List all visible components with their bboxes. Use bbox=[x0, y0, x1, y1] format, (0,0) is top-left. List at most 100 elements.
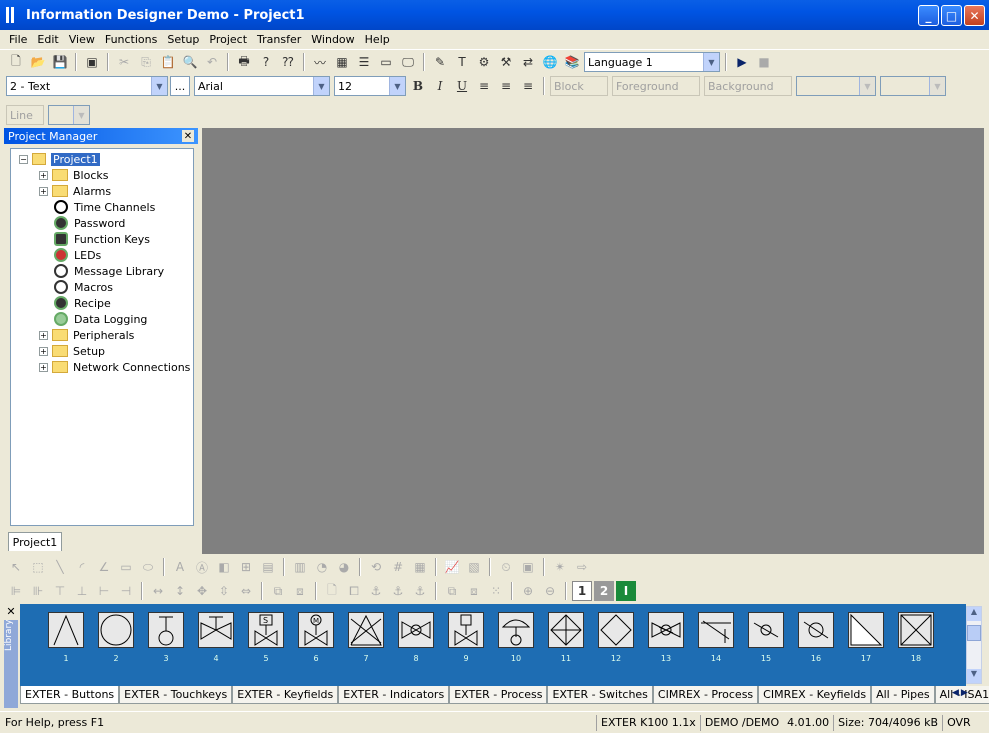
context-help-icon[interactable]: ⁇ bbox=[278, 52, 298, 72]
paste-icon[interactable]: 📋 bbox=[158, 52, 178, 72]
find-icon[interactable]: 🔍 bbox=[180, 52, 200, 72]
clock-tool-icon[interactable]: ⏲ bbox=[496, 557, 516, 577]
same-width-icon[interactable]: ↔ bbox=[148, 581, 168, 601]
help-icon[interactable]: ? bbox=[256, 52, 276, 72]
table-icon[interactable]: ▦ bbox=[410, 557, 430, 577]
scroll-thumb[interactable] bbox=[967, 625, 981, 641]
maximize-button[interactable]: □ bbox=[941, 5, 962, 26]
symbol-11[interactable] bbox=[548, 612, 584, 648]
chart-icon[interactable]: ▧ bbox=[464, 557, 484, 577]
tab-cimrex-process[interactable]: CIMREX - Process bbox=[652, 686, 759, 704]
stack-icon[interactable]: ⧠ bbox=[344, 581, 364, 601]
trend-tool-icon[interactable]: 📈 bbox=[442, 557, 462, 577]
settings-icon[interactable]: ⚙ bbox=[474, 52, 494, 72]
tab-exter-buttons[interactable]: EXTER - Buttons bbox=[20, 686, 120, 704]
to-back-icon[interactable]: ⧈ bbox=[290, 581, 310, 601]
numeric-icon[interactable]: # bbox=[388, 557, 408, 577]
tab-cimrex-keyfields[interactable]: CIMREX - Keyfields bbox=[758, 686, 872, 704]
group-icon[interactable]: ⧉ bbox=[442, 581, 462, 601]
anchor-2-icon[interactable]: ⚓ bbox=[388, 581, 408, 601]
bios-icon[interactable]: ▣ bbox=[518, 557, 538, 577]
symbol-2[interactable] bbox=[98, 612, 134, 648]
page-icon[interactable]: 🗋 bbox=[322, 581, 342, 601]
menu-transfer[interactable]: Transfer bbox=[252, 33, 306, 46]
run-icon[interactable]: ▶ bbox=[732, 52, 752, 72]
space-vertical-icon[interactable]: ⇳ bbox=[214, 581, 234, 601]
page-2-button[interactable]: 2 bbox=[594, 581, 614, 601]
abc-icon[interactable]: ▤ bbox=[258, 557, 278, 577]
symbol-6[interactable]: M bbox=[298, 612, 334, 648]
edit-text-icon[interactable]: ✎ bbox=[430, 52, 450, 72]
tree-root[interactable]: − Project1 bbox=[11, 151, 193, 167]
align-left-tool-icon[interactable]: ⊫ bbox=[6, 581, 26, 601]
align-right-icon[interactable]: ≡ bbox=[518, 76, 538, 96]
symbol-14[interactable] bbox=[698, 612, 734, 648]
rectangle-icon[interactable]: ▭ bbox=[116, 557, 136, 577]
expand-icon[interactable]: + bbox=[39, 330, 48, 340]
italic-button[interactable]: I bbox=[430, 76, 450, 96]
copy-icon[interactable]: ⎘ bbox=[136, 52, 156, 72]
align-top-icon[interactable]: ⊤ bbox=[50, 581, 70, 601]
new-icon[interactable]: 🗋 bbox=[6, 52, 26, 72]
tree-item-message-library[interactable]: Message Library bbox=[11, 263, 193, 279]
tree-item-setup[interactable]: + Setup bbox=[11, 343, 193, 359]
symbol-13[interactable] bbox=[648, 612, 684, 648]
screen-icon[interactable]: 🖵 bbox=[398, 52, 418, 72]
line-icon[interactable]: ╲ bbox=[50, 557, 70, 577]
tree-item-password[interactable]: Password bbox=[11, 215, 193, 231]
symbol-4[interactable] bbox=[198, 612, 234, 648]
tree-item-function-keys[interactable]: Function Keys bbox=[11, 231, 193, 247]
tree-item-network-connections[interactable]: + Network Connections bbox=[11, 359, 193, 375]
tag-button[interactable]: I bbox=[616, 581, 636, 601]
symbol-5[interactable]: S bbox=[248, 612, 284, 648]
select-area-icon[interactable]: ⬚ bbox=[28, 557, 48, 577]
menu-setup[interactable]: Setup bbox=[162, 33, 204, 46]
tree-item-data-logging[interactable]: Data Logging bbox=[11, 311, 193, 327]
menu-view[interactable]: View bbox=[64, 33, 100, 46]
slider-icon[interactable]: ⊞ bbox=[236, 557, 256, 577]
tab-exter-process[interactable]: EXTER - Process bbox=[449, 686, 548, 704]
tab-exter-keyfields[interactable]: EXTER - Keyfields bbox=[232, 686, 339, 704]
symbol-18[interactable] bbox=[898, 612, 934, 648]
open-icon[interactable]: 📂 bbox=[28, 52, 48, 72]
background-field[interactable]: Background bbox=[704, 76, 792, 96]
chevron-down-icon[interactable]: ▼ bbox=[389, 77, 405, 95]
close-icon[interactable]: ✕ bbox=[182, 130, 194, 142]
style-browse-button[interactable]: ... bbox=[170, 76, 190, 96]
alarm-icon[interactable]: ✴ bbox=[550, 557, 570, 577]
print-icon[interactable]: 🖶 bbox=[234, 52, 254, 72]
style-select[interactable]: 2 - Text ▼ bbox=[6, 76, 168, 96]
align-left-icon[interactable]: ≡ bbox=[474, 76, 494, 96]
project-view-icon[interactable]: ▣ bbox=[82, 52, 102, 72]
language-select[interactable]: Language 1 ▼ bbox=[584, 52, 720, 72]
chevron-down-icon[interactable]: ▼ bbox=[313, 77, 329, 95]
align-bottom-icon[interactable]: ⊥ bbox=[72, 581, 92, 601]
trend-icon[interactable]: 〰 bbox=[310, 52, 330, 72]
text-field-icon[interactable]: Ⓐ bbox=[192, 557, 212, 577]
shape-icon[interactable]: ◧ bbox=[214, 557, 234, 577]
grid-icon[interactable]: ⁙ bbox=[486, 581, 506, 601]
tree-item-alarms[interactable]: + Alarms bbox=[11, 183, 193, 199]
symbol-7[interactable] bbox=[348, 612, 384, 648]
same-height-icon[interactable]: ↕ bbox=[170, 581, 190, 601]
tree-item-leds[interactable]: LEDs bbox=[11, 247, 193, 263]
font-select[interactable]: Arial ▼ bbox=[194, 76, 330, 96]
text-tool-icon[interactable]: A bbox=[170, 557, 190, 577]
library-scrollbar[interactable]: ▲ ▼ bbox=[966, 606, 982, 684]
expand-icon[interactable]: + bbox=[39, 186, 48, 196]
jump-icon[interactable]: ⇨ bbox=[572, 557, 592, 577]
bar-graph-icon[interactable]: ▥ bbox=[290, 557, 310, 577]
ellipse-icon[interactable]: ⬭ bbox=[138, 557, 158, 577]
menu-project[interactable]: Project bbox=[204, 33, 252, 46]
align-center-icon[interactable]: ≡ bbox=[496, 76, 516, 96]
arc-icon[interactable]: ◜ bbox=[72, 557, 92, 577]
library-icon[interactable]: 📚 bbox=[562, 52, 582, 72]
symbol-9[interactable] bbox=[448, 612, 484, 648]
collapse-icon[interactable]: − bbox=[19, 154, 28, 164]
menu-help[interactable]: Help bbox=[360, 33, 395, 46]
bold-button[interactable]: B bbox=[408, 76, 428, 96]
dial-icon[interactable]: ◔ bbox=[312, 557, 332, 577]
tab-exter-switches[interactable]: EXTER - Switches bbox=[547, 686, 653, 704]
stop-icon[interactable]: ■ bbox=[754, 52, 774, 72]
cut-icon[interactable]: ✂ bbox=[114, 52, 134, 72]
